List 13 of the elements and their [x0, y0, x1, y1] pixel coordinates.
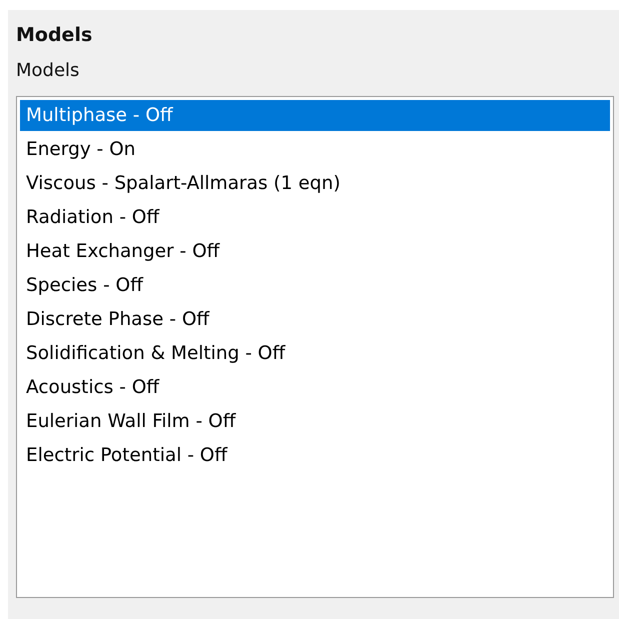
- list-item[interactable]: Energy - On: [20, 134, 610, 168]
- list-item[interactable]: Eulerian Wall Film - Off: [20, 406, 610, 440]
- list-item[interactable]: Acoustics - Off: [20, 372, 610, 406]
- list-item[interactable]: Viscous - Spalart-Allmaras (1 eqn): [20, 168, 610, 202]
- list-item[interactable]: Electric Potential - Off: [20, 440, 610, 474]
- list-item[interactable]: Discrete Phase - Off: [20, 304, 610, 338]
- list-item[interactable]: Solidification & Melting - Off: [20, 338, 610, 372]
- list-item[interactable]: Species - Off: [20, 270, 610, 304]
- list-item[interactable]: Heat Exchanger - Off: [20, 236, 610, 270]
- list-label: Models: [16, 60, 80, 83]
- list-item[interactable]: Multiphase - Off: [20, 100, 610, 131]
- list-item[interactable]: Radiation - Off: [20, 202, 610, 236]
- panel-title: Models: [16, 24, 94, 48]
